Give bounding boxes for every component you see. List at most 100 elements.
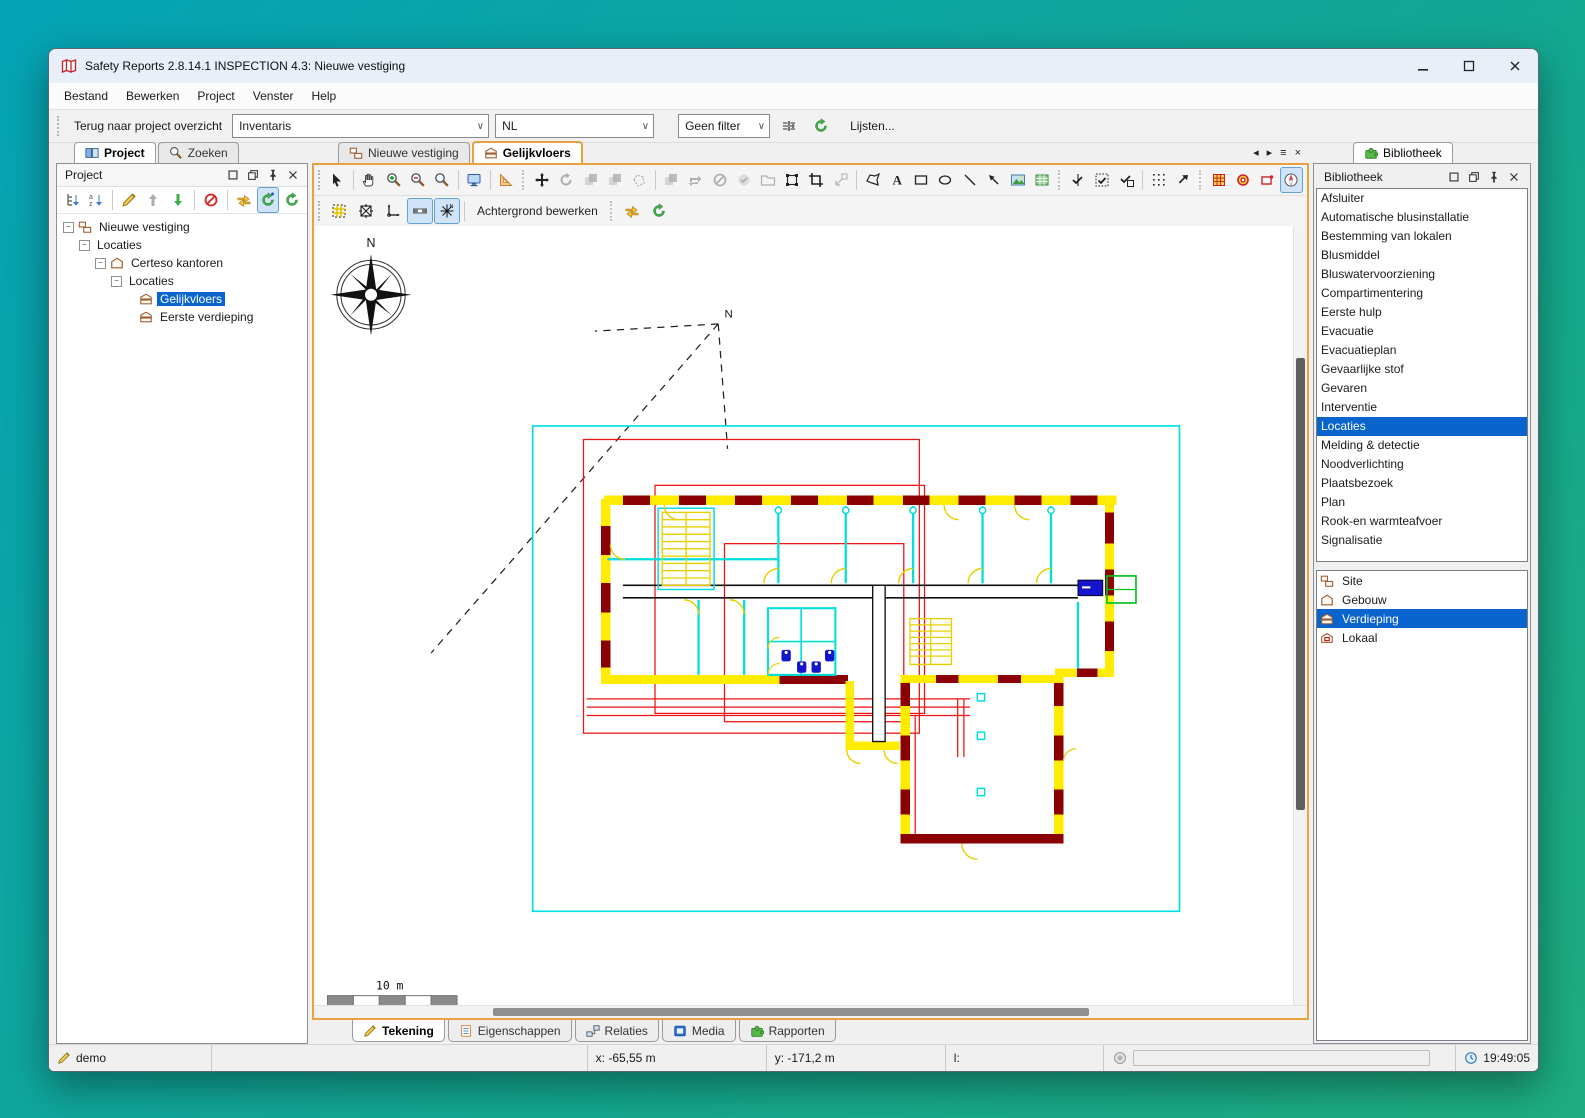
tab-eigenschappen[interactable]: Eigenschappen bbox=[448, 1020, 572, 1042]
list-item[interactable]: Blusmiddel bbox=[1317, 246, 1527, 265]
zoom-in-button[interactable] bbox=[382, 167, 405, 193]
inventory-select[interactable]: Inventaris ∨ bbox=[232, 114, 489, 138]
tab-zoeken[interactable]: Zoeken bbox=[158, 142, 239, 163]
insert-image-button[interactable] bbox=[1006, 167, 1029, 193]
level-item-lokaal[interactable]: Lokaal bbox=[1317, 628, 1527, 647]
list-item[interactable]: Compartimentering bbox=[1317, 284, 1527, 303]
panel-restore-button[interactable] bbox=[1464, 170, 1484, 184]
tree-item-certeso-kantoren[interactable]: − Certeso kantoren bbox=[59, 254, 305, 272]
rotate-button[interactable] bbox=[555, 167, 578, 193]
tab-list-button[interactable]: ≡ bbox=[1280, 147, 1286, 159]
menu-project[interactable]: Project bbox=[188, 85, 243, 107]
draw-polygon-button[interactable] bbox=[861, 167, 884, 193]
grid-toggle-button[interactable] bbox=[326, 198, 352, 224]
menu-bestand[interactable]: Bestand bbox=[55, 85, 117, 107]
move-down-button[interactable] bbox=[167, 187, 189, 213]
block-button[interactable] bbox=[200, 187, 222, 213]
disable-button[interactable] bbox=[708, 167, 731, 193]
fit-to-screen-button[interactable] bbox=[463, 167, 486, 193]
swap-button[interactable] bbox=[233, 187, 255, 213]
crop-button[interactable] bbox=[805, 167, 828, 193]
axes-button[interactable] bbox=[380, 198, 406, 224]
tab-bibliotheek[interactable]: Bibliotheek bbox=[1353, 142, 1453, 163]
snap-line-button[interactable] bbox=[1067, 167, 1090, 193]
hatch-zone-button[interactable] bbox=[1207, 167, 1230, 193]
panel-pin-button[interactable] bbox=[1484, 170, 1504, 184]
list-item[interactable]: Rook-en warmteafvoer bbox=[1317, 512, 1527, 531]
filter-settings-button[interactable] bbox=[776, 113, 802, 139]
select-cursor-button[interactable] bbox=[326, 167, 349, 193]
menu-venster[interactable]: Venster bbox=[244, 85, 303, 107]
title-bar[interactable]: Safety Reports 2.8.14.1 INSPECTION 4.3: … bbox=[49, 49, 1538, 83]
refresh-add-button[interactable] bbox=[257, 187, 279, 213]
panel-close-button[interactable] bbox=[283, 168, 303, 182]
list-item[interactable]: Plaatsbezoek bbox=[1317, 474, 1527, 493]
send-backward-button[interactable] bbox=[579, 167, 602, 193]
list-item[interactable]: Bluswatervoorziening bbox=[1317, 265, 1527, 284]
list-item[interactable]: Gevaarlijke stof bbox=[1317, 360, 1527, 379]
list-item[interactable]: Bestemming van lokalen bbox=[1317, 227, 1527, 246]
grid-extent-button[interactable] bbox=[353, 198, 379, 224]
list-item[interactable]: Evacuatie bbox=[1317, 322, 1527, 341]
close-button[interactable] bbox=[1492, 49, 1538, 83]
pan-button[interactable] bbox=[358, 167, 381, 193]
bring-forward-button[interactable] bbox=[603, 167, 626, 193]
back-to-project-button[interactable]: Terug naar project overzicht bbox=[70, 119, 226, 133]
maximize-button[interactable] bbox=[1446, 49, 1492, 83]
collapse-icon[interactable]: − bbox=[95, 258, 106, 269]
move-up-button[interactable] bbox=[142, 187, 164, 213]
collapse-icon[interactable]: − bbox=[63, 222, 74, 233]
minimize-button[interactable] bbox=[1400, 49, 1446, 83]
copy-button[interactable] bbox=[660, 167, 683, 193]
tree-item-nieuwe-vestiging[interactable]: − Nieuwe vestiging bbox=[59, 218, 305, 236]
insert-table-button[interactable] bbox=[1031, 167, 1054, 193]
drawing-canvas[interactable]: N N bbox=[314, 226, 1307, 1005]
approve-button[interactable] bbox=[732, 167, 755, 193]
level-item-verdieping[interactable]: Verdieping bbox=[1317, 609, 1527, 628]
tree-item-locaties-1[interactable]: − Locaties bbox=[59, 236, 305, 254]
floor-plan-drawing[interactable]: N N bbox=[314, 226, 1307, 1005]
canvas-horizontal-scrollbar[interactable] bbox=[314, 1005, 1307, 1018]
swap-background-button[interactable] bbox=[619, 198, 645, 224]
text-tool-button[interactable] bbox=[885, 167, 908, 193]
tab-relaties[interactable]: Relaties bbox=[575, 1020, 659, 1042]
polygon-select-button[interactable] bbox=[627, 167, 650, 193]
sort-alpha-button[interactable] bbox=[85, 187, 107, 213]
list-item[interactable]: Noodverlichting bbox=[1317, 455, 1527, 474]
circle-zone-button[interactable] bbox=[1231, 167, 1254, 193]
tab-rapporten[interactable]: Rapporten bbox=[739, 1020, 836, 1042]
list-item[interactable]: Automatische blusinstallatie bbox=[1317, 208, 1527, 227]
panel-pin-button[interactable] bbox=[263, 168, 283, 182]
doc-tab-nieuwe-vestiging[interactable]: Nieuwe vestiging bbox=[338, 142, 470, 163]
panel-maximize-button[interactable] bbox=[223, 168, 243, 182]
language-select[interactable]: NL ∨ bbox=[495, 114, 654, 138]
refresh-tree-button[interactable] bbox=[281, 187, 303, 213]
ellipse-tool-button[interactable] bbox=[934, 167, 957, 193]
toolbar-drag-handle[interactable] bbox=[57, 116, 62, 136]
arrow-tool-button[interactable] bbox=[982, 167, 1005, 193]
list-item[interactable]: Gevaren bbox=[1317, 379, 1527, 398]
pointer-arrow-button[interactable] bbox=[1171, 167, 1194, 193]
list-item[interactable]: Melding & detectie bbox=[1317, 436, 1527, 455]
list-item[interactable]: Signalisatie bbox=[1317, 531, 1527, 550]
tree-item-locaties-2[interactable]: − Locaties bbox=[59, 272, 305, 290]
list-item[interactable]: Afsluiter bbox=[1317, 189, 1527, 208]
collapse-icon[interactable]: − bbox=[111, 276, 122, 287]
tab-project[interactable]: Project bbox=[74, 142, 156, 163]
zoom-window-button[interactable] bbox=[430, 167, 453, 193]
level-item-gebouw[interactable]: Gebouw bbox=[1317, 590, 1527, 609]
doc-tab-gelijkvloers[interactable]: Gelijkvloers bbox=[472, 141, 583, 163]
snap-grid-button[interactable] bbox=[1091, 167, 1114, 193]
scale-bar-button[interactable] bbox=[407, 198, 433, 224]
panel-maximize-button[interactable] bbox=[1444, 170, 1464, 184]
tab-prev-button[interactable]: ◂ bbox=[1253, 146, 1259, 159]
tree-item-eerste-verdieping[interactable]: Eerste verdieping bbox=[59, 308, 305, 326]
list-item[interactable]: Interventie bbox=[1317, 398, 1527, 417]
list-item[interactable]: Evacuatieplan bbox=[1317, 341, 1527, 360]
collapse-icon[interactable]: − bbox=[79, 240, 90, 251]
edit-nodes-button[interactable] bbox=[781, 167, 804, 193]
compass-button[interactable] bbox=[1280, 167, 1303, 193]
line-tool-button[interactable] bbox=[958, 167, 981, 193]
refresh-drawing-button[interactable] bbox=[646, 198, 672, 224]
measure-button[interactable] bbox=[495, 167, 518, 193]
